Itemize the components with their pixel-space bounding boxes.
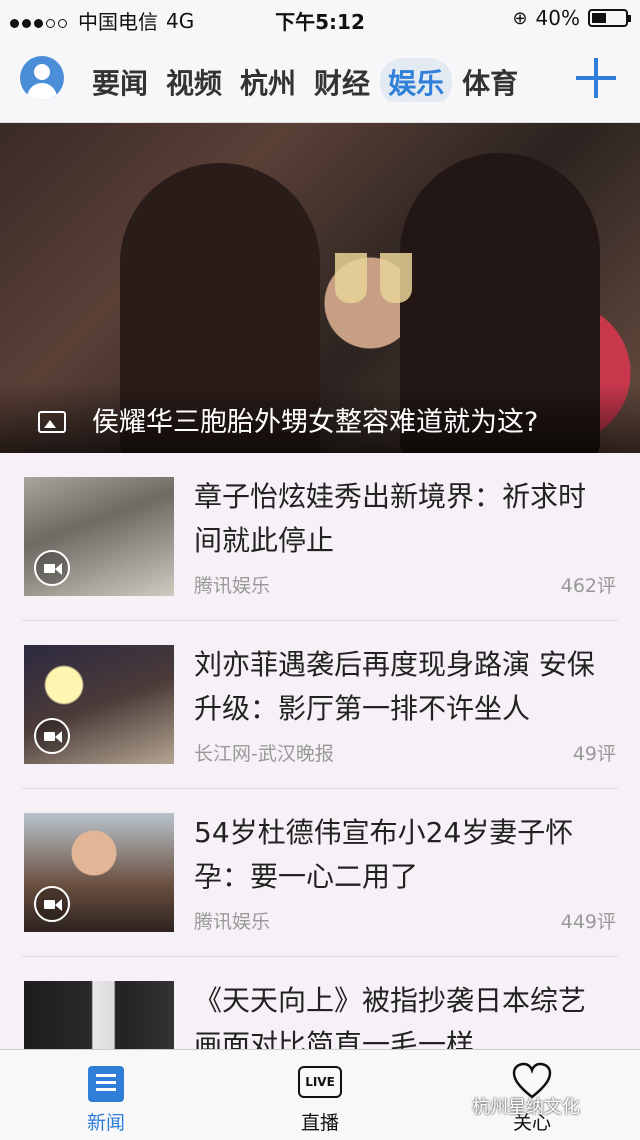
battery-percent: 40% <box>535 6 580 30</box>
news-thumbnail <box>24 813 174 932</box>
battery-icon <box>588 9 631 27</box>
hero-banner[interactable]: 侯耀华三胞胎外甥女整容难道就为这? <box>0 123 640 453</box>
news-title: 刘亦菲遇袭后再度现身路演 安保升级：影厅第一排不许坐人 <box>194 648 595 725</box>
watermark: 杭州星纳文化 <box>472 1097 580 1118</box>
add-channel-icon[interactable] <box>576 58 616 98</box>
hero-caption: 侯耀华三胞胎外甥女整容难道就为这? <box>92 407 539 438</box>
channel-tabs: 要闻 视频 杭州 财经 娱乐 体育 <box>84 58 564 102</box>
comment-count: 462评 <box>560 575 616 597</box>
tab-finance[interactable]: 财经 <box>306 58 378 102</box>
news-title: 54岁杜德伟宣布小24岁妻子怀孕：要一心二用了 <box>194 816 574 893</box>
news-thumbnail <box>24 645 174 764</box>
channel-nav: 要闻 视频 杭州 财经 娱乐 体育 <box>0 36 640 123</box>
tab-video[interactable]: 视频 <box>158 58 230 102</box>
news-source: 腾讯娱乐 <box>194 575 271 597</box>
tab-live[interactable]: LIVE 直播 <box>260 1050 380 1140</box>
news-title: 章子怡炫娃秀出新境界：祈求时间就此停止 <box>194 480 587 557</box>
tab-entertainment[interactable]: 娱乐 <box>380 58 453 102</box>
news-item[interactable]: 章子怡炫娃秀出新境界：祈求时间就此停止 腾讯娱乐 462评 <box>22 453 618 621</box>
news-thumbnail <box>24 477 174 596</box>
live-icon: LIVE <box>298 1066 342 1098</box>
news-item[interactable]: 54岁杜德伟宣布小24岁妻子怀孕：要一心二用了 腾讯娱乐 449评 <box>22 789 618 957</box>
news-list: 章子怡炫娃秀出新境界：祈求时间就此停止 腾讯娱乐 462评 刘亦菲遇袭后再度现身… <box>0 453 640 1124</box>
tab-yaowen[interactable]: 要闻 <box>84 58 156 102</box>
tab-news[interactable]: 新闻 <box>46 1050 166 1140</box>
comment-count: 449评 <box>560 911 616 933</box>
video-icon <box>34 718 70 754</box>
news-item[interactable]: 刘亦菲遇袭后再度现身路演 安保升级：影厅第一排不许坐人 长江网-武汉晚报 49评 <box>22 621 618 789</box>
gallery-icon <box>38 411 66 433</box>
status-bar: 中国电信 4G 下午5:12 ⊕ 40% <box>0 0 640 36</box>
user-avatar-icon[interactable] <box>20 56 64 100</box>
tab-live-label: 直播 <box>300 1112 339 1134</box>
video-icon <box>34 550 70 586</box>
tab-sports[interactable]: 体育 <box>454 58 526 102</box>
news-source: 长江网-武汉晚报 <box>194 743 334 765</box>
news-icon <box>88 1066 124 1102</box>
comment-count: 49评 <box>572 743 616 765</box>
video-icon <box>34 886 70 922</box>
orientation-lock-icon: ⊕ <box>512 7 528 29</box>
tab-hangzhou[interactable]: 杭州 <box>232 58 304 102</box>
tab-news-label: 新闻 <box>86 1112 125 1134</box>
news-source: 腾讯娱乐 <box>194 911 271 933</box>
